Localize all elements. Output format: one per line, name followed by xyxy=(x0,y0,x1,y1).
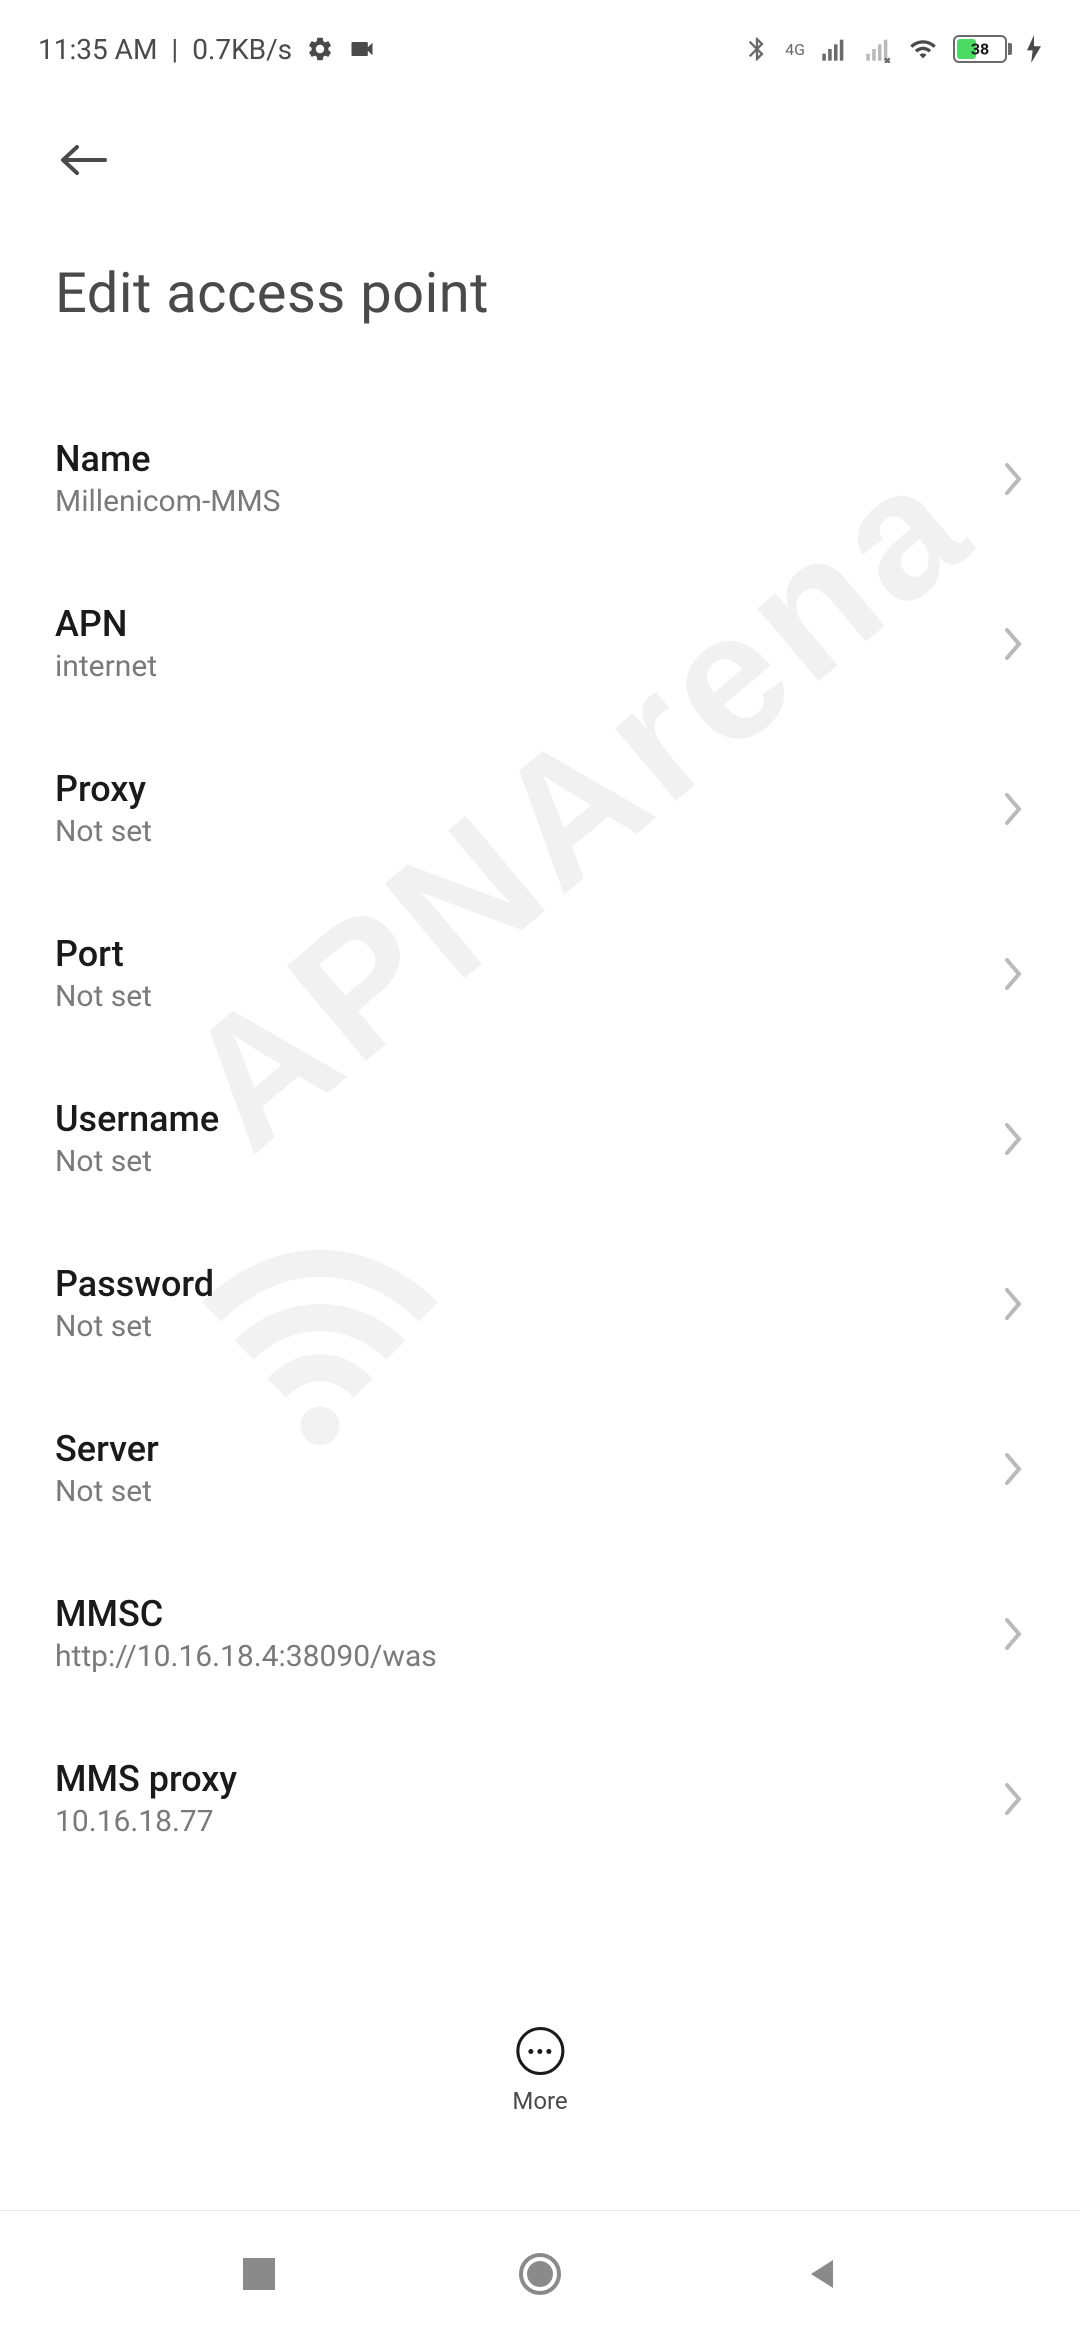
chevron-right-icon xyxy=(1001,954,1025,994)
setting-port[interactable]: Port Not set xyxy=(55,891,1025,1056)
signal-sim2-icon xyxy=(863,35,893,63)
page-title: Edit access point xyxy=(55,260,1025,326)
chevron-right-icon xyxy=(1001,1614,1025,1654)
setting-server[interactable]: Server Not set xyxy=(55,1386,1025,1551)
setting-title: Password xyxy=(55,1263,1001,1305)
setting-apn[interactable]: APN internet xyxy=(55,561,1025,726)
header: Edit access point xyxy=(0,80,1080,346)
settings-list: Name Millenicom-MMS APN internet Proxy N… xyxy=(0,346,1080,1849)
chevron-right-icon xyxy=(1001,1449,1025,1489)
status-bar: 11:35 AM | 0.7KB/s 4G 38 xyxy=(0,0,1080,80)
chevron-right-icon xyxy=(1001,1284,1025,1324)
setting-title: Port xyxy=(55,933,1001,975)
settings-icon xyxy=(306,35,334,63)
setting-title: APN xyxy=(55,603,1001,645)
setting-title: MMS proxy xyxy=(55,1758,1001,1800)
nav-back-button[interactable] xyxy=(803,2256,839,2296)
setting-value: Not set xyxy=(55,979,1001,1014)
status-separator: | xyxy=(171,33,178,66)
setting-proxy[interactable]: Proxy Not set xyxy=(55,726,1025,891)
setting-title: Username xyxy=(55,1098,1001,1140)
setting-value: Not set xyxy=(55,1309,1001,1344)
setting-username[interactable]: Username Not set xyxy=(55,1056,1025,1221)
circle-icon xyxy=(518,2252,562,2296)
setting-mms-proxy[interactable]: MMS proxy 10.16.18.77 xyxy=(55,1716,1025,1849)
setting-value: Not set xyxy=(55,814,1001,849)
triangle-icon xyxy=(803,2256,839,2292)
back-button[interactable] xyxy=(55,130,115,190)
navigation-bar xyxy=(0,2210,1080,2340)
chevron-right-icon xyxy=(1001,1779,1025,1819)
chevron-right-icon xyxy=(1001,624,1025,664)
battery-icon: 38 xyxy=(953,35,1012,63)
setting-value: Not set xyxy=(55,1144,1001,1179)
camera-icon xyxy=(348,35,376,63)
setting-title: Server xyxy=(55,1428,1001,1470)
setting-value: internet xyxy=(55,649,1001,684)
setting-title: Name xyxy=(55,438,1001,480)
setting-password[interactable]: Password Not set xyxy=(55,1221,1025,1386)
setting-value: http://10.16.18.4:38090/was xyxy=(55,1639,1001,1674)
setting-value: Millenicom-MMS xyxy=(55,484,1001,519)
battery-pct: 38 xyxy=(971,40,989,59)
setting-title: Proxy xyxy=(55,768,1001,810)
status-time: 11:35 AM xyxy=(38,33,157,66)
status-data-rate: 0.7KB/s xyxy=(192,33,292,66)
square-icon xyxy=(241,2256,277,2292)
more-label: More xyxy=(512,2087,567,2115)
setting-value: Not set xyxy=(55,1474,1001,1509)
back-arrow-icon xyxy=(55,140,115,180)
setting-name[interactable]: Name Millenicom-MMS xyxy=(55,396,1025,561)
bluetooth-icon xyxy=(743,35,771,63)
chevron-right-icon xyxy=(1001,1119,1025,1159)
nav-home-button[interactable] xyxy=(518,2252,562,2300)
chevron-right-icon xyxy=(1001,459,1025,499)
nav-recent-button[interactable] xyxy=(241,2256,277,2296)
setting-value: 10.16.18.77 xyxy=(55,1804,1001,1839)
more-button[interactable]: More xyxy=(512,2027,567,2115)
chevron-right-icon xyxy=(1001,789,1025,829)
more-icon xyxy=(516,2027,564,2075)
setting-mmsc[interactable]: MMSC http://10.16.18.4:38090/was xyxy=(55,1551,1025,1716)
charging-icon xyxy=(1026,35,1042,63)
network-4g-label: 4G xyxy=(785,40,805,59)
wifi-icon xyxy=(907,35,939,63)
signal-sim1-icon xyxy=(819,35,849,63)
setting-title: MMSC xyxy=(55,1593,1001,1635)
